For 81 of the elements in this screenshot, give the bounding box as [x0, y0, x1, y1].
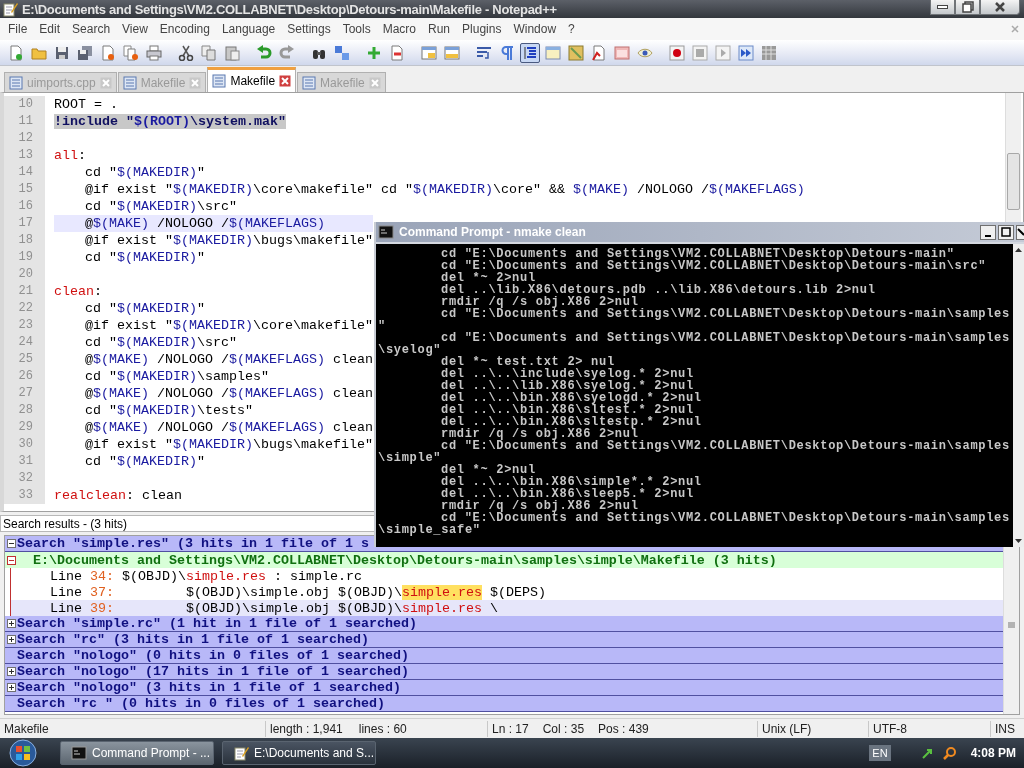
code-line: realclean: clean	[54, 488, 182, 503]
console-line: rmdir /q /s obj.X86 2>nul	[440, 296, 639, 308]
line-number: 15	[4, 181, 45, 198]
line-number: 21	[4, 283, 45, 300]
code-line: cd "$(MAKEDIR)"	[85, 165, 205, 180]
console-line: \syelog"	[378, 344, 442, 356]
line-number: 16	[4, 198, 45, 215]
console-line: del ..\..\bin.X86\sleep5.* 2>nul	[440, 488, 695, 500]
line-number: 30	[4, 436, 45, 453]
code-line: cd "$(MAKEDIR)"	[85, 250, 205, 265]
console-line: del ..\..\bin.X86\simple*.* 2>nul	[440, 476, 703, 488]
console-line: "	[378, 320, 387, 332]
status-text: Pos : 439	[598, 721, 649, 736]
console-line: cd "E:\Documents and Settings\VM2.COLLABNET\Desktop\Detours-main\samples	[440, 440, 1011, 452]
status-text: INS	[995, 721, 1015, 736]
console-line: \simple_safe"	[378, 524, 482, 536]
code-line: cd "$(MAKEDIR)\tests"	[85, 403, 253, 418]
code-line: @$(MAKE) /NOLOGO /$(MAKEFLAGS) clean	[85, 386, 373, 401]
code-line: @$(MAKE) /NOLOGO /$(MAKEFLAGS)	[85, 216, 325, 231]
line-number: 31	[4, 453, 45, 470]
console-line: cd "E:\Documents and Settings\VM2.COLLABNET\Desktop\Detours-main\samples	[440, 308, 1011, 320]
code-line: clean:	[54, 284, 102, 299]
line-number: 18	[4, 232, 45, 249]
code-line: cd "$(MAKEDIR)"	[85, 454, 205, 469]
code-line: @if exist "$(MAKEDIR)\core\makefile"	[85, 318, 373, 333]
status-text: Makefile	[4, 721, 49, 736]
line-number: 17	[4, 215, 45, 232]
console-line: cd "E:\Documents and Settings\VM2.COLLABNET\Desktop\Detours-main"	[440, 248, 955, 260]
line-number: 11	[4, 113, 45, 130]
console-line: del ..\..\bin.X86\sltest.* 2>nul	[440, 404, 694, 416]
line-number: 28	[4, 402, 45, 419]
window-title: E:\Documents and Settings\VM2.COLLABNET\Desktop\Detours-main\Makefile - Notepad++	[22, 1, 557, 17]
code-line: all:	[54, 148, 86, 163]
line-number: 14	[4, 164, 45, 181]
line-number: 13	[4, 147, 45, 164]
console-line: del ..\lib.X86\detours.pdb ..\lib.X86\detours.lib 2>nul	[440, 284, 877, 296]
console-line: \simple"	[378, 452, 442, 464]
console-line: del *~ 2>nul	[440, 464, 536, 476]
console-line: cd "E:\Documents and Settings\VM2.COLLABNET\Desktop\Detours-main\src"	[440, 260, 988, 272]
line-number: 19	[4, 249, 45, 266]
window-title: Command Prompt - nmake clean	[399, 225, 586, 239]
line-number: 22	[4, 300, 45, 317]
line-number: 25	[4, 351, 45, 368]
line-number: 27	[4, 385, 45, 402]
code-line: @if exist "$(MAKEDIR)\bugs\makefile"	[85, 233, 373, 248]
line-number: 29	[4, 419, 45, 436]
console-line: cd "E:\Documents and Settings\VM2.COLLABNET\Desktop\Detours-main\samples	[441, 512, 1011, 524]
status-text: Col : 35	[542, 721, 585, 736]
status-text: Ln : 17	[492, 721, 529, 736]
line-number: 23	[4, 317, 45, 334]
code-line: @$(MAKE) /NOLOGO /$(MAKEFLAGS) clean	[85, 352, 373, 367]
panel-title: Search results - (3 hits)	[3, 516, 128, 531]
console-line: rmdir /q /s obj.X86 2>nul	[440, 428, 639, 440]
console-line: cd "E:\Documents and Settings\VM2.COLLABNET\Desktop\Detours-main\samples	[440, 332, 1011, 344]
line-number: 32	[4, 470, 45, 487]
status-text: length : 1,941	[270, 721, 343, 736]
line-number: 33	[4, 487, 45, 504]
code-line: @$(MAKE) /NOLOGO /$(MAKEFLAGS) clean	[85, 420, 373, 435]
clock: 4:08 PM	[970, 746, 1016, 760]
code-line: cd "$(MAKEDIR)\src"	[85, 199, 237, 214]
status-text: Unix (LF)	[762, 721, 812, 736]
code-line: cd "$(MAKEDIR)"	[85, 301, 205, 316]
line-number: 10	[4, 96, 45, 113]
console-line: del *~ test.txt 2> nul	[440, 356, 615, 368]
console-line: del ..\..\lib.X86\syelog.* 2>nul	[440, 380, 694, 392]
status-text: UTF-8	[873, 721, 907, 736]
code-line: @if exist "$(MAKEDIR)\core\makefile" cd "$(MAKEDIR)\core" && $(MAKE) /NOLOGO /$(MAKEFLAGS)	[85, 182, 805, 197]
line-number: 12	[4, 130, 45, 147]
line-number: 26	[4, 368, 45, 385]
console-line: rmdir /q /s obj.X86 2>nul	[440, 500, 639, 512]
console-line: del ..\..\include\syelog.* 2>nul	[440, 368, 695, 380]
code-line: ROOT = .	[54, 97, 118, 112]
console-line: del ..\..\bin.X86\syelogd.* 2>nul	[440, 392, 703, 404]
console-line: del *~ 2>nul	[440, 272, 536, 284]
code-line: @if exist "$(MAKEDIR)\bugs\makefile"	[85, 437, 373, 452]
console-line: del ..\..\bin.X86\sltestp.* 2>nul	[440, 416, 703, 428]
status-text: lines : 60	[358, 721, 407, 736]
line-number: 20	[4, 266, 45, 283]
code-line: cd "$(MAKEDIR)\src"	[85, 335, 237, 350]
line-number: 24	[4, 334, 45, 351]
code-line: cd "$(MAKEDIR)\samples"	[85, 369, 269, 384]
